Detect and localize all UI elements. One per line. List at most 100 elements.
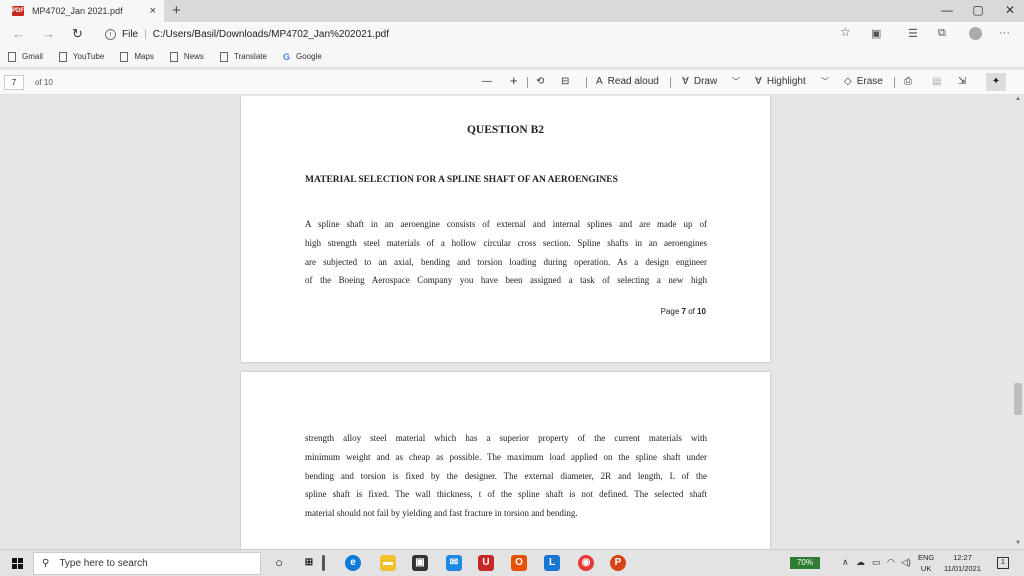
cortana-icon[interactable]: ○ bbox=[271, 555, 287, 571]
pin-toolbar-icon[interactable]: ✦ bbox=[986, 73, 1006, 91]
system-clock[interactable]: 12:27 11/01/2021 bbox=[944, 552, 981, 574]
close-window-button[interactable]: ✕ bbox=[1002, 3, 1018, 17]
pdf-viewer[interactable]: QUESTION B2 MATERIAL SELECTION FOR A SPL… bbox=[0, 96, 1024, 549]
taskbar-search-box[interactable]: ⚲ Type here to search bbox=[33, 552, 261, 575]
section-subtitle: MATERIAL SELECTION FOR A SPLINE SHAFT OF… bbox=[305, 175, 618, 185]
collections-icon[interactable]: ▣ bbox=[871, 27, 881, 40]
tab-strip: PDF MP4702_Jan 2021.pdf × + — ▢ ✕ bbox=[0, 0, 1024, 22]
pdf-toolbar: 7 of 10 — + ⟲ ⊟ A Read aloud ∀ Draw ﹀ ∀ Hig… bbox=[0, 70, 1024, 95]
fit-page-icon[interactable]: ⊟ bbox=[561, 76, 569, 87]
chevron-up-icon[interactable]: ∧ bbox=[842, 557, 849, 568]
page-footer: Page 7 of 10 bbox=[661, 307, 706, 316]
more-icon[interactable]: ··· bbox=[999, 27, 1010, 39]
browser-tab[interactable]: PDF MP4702_Jan 2021.pdf × bbox=[0, 0, 164, 22]
onedrive-icon[interactable]: ☁ bbox=[856, 557, 865, 568]
notification-icon[interactable]: 1 bbox=[997, 557, 1009, 569]
new-tab-button[interactable]: + bbox=[172, 2, 181, 19]
page-icon bbox=[169, 51, 178, 62]
save-as-icon[interactable]: ⇲ bbox=[958, 76, 966, 87]
profile-icon[interactable] bbox=[969, 27, 982, 40]
battery-icon[interactable]: ▭ bbox=[872, 557, 881, 568]
bookmark-translate[interactable]: Translate bbox=[219, 51, 267, 62]
page-icon bbox=[58, 51, 67, 62]
toolbar-divider bbox=[894, 77, 895, 88]
page-icon bbox=[8, 51, 16, 62]
refresh-icon[interactable]: ↻ bbox=[72, 26, 83, 42]
battery-indicator[interactable]: 70% bbox=[790, 557, 820, 569]
print-icon[interactable]: ⎙ bbox=[904, 76, 912, 87]
favorite-star-icon[interactable]: ☆ bbox=[840, 25, 851, 39]
store-icon[interactable]: ▣ bbox=[412, 555, 428, 571]
file-explorer-icon[interactable]: ▬ bbox=[380, 555, 396, 571]
erase-button[interactable]: ◇ Erase bbox=[844, 76, 883, 87]
scrollbar-thumb[interactable] bbox=[1014, 383, 1022, 415]
bookmark-youtube[interactable]: YouTube bbox=[58, 51, 105, 62]
page-footer-current: 7 bbox=[681, 307, 686, 316]
mail-icon[interactable]: ✉ bbox=[446, 555, 462, 571]
region-code: UK bbox=[920, 564, 932, 573]
back-icon[interactable]: ← bbox=[12, 26, 25, 41]
chrome-icon[interactable]: ◉ bbox=[578, 555, 594, 571]
forward-icon[interactable]: → bbox=[42, 26, 55, 41]
paragraph: strength alloy steel material which has … bbox=[305, 429, 707, 523]
zoom-out-button[interactable]: — bbox=[482, 76, 492, 87]
save-icon[interactable]: ▤ bbox=[932, 76, 941, 87]
paragraph: A spline shaft in an aeroengine consists… bbox=[305, 215, 707, 290]
question-title: QUESTION B2 bbox=[466, 124, 544, 136]
read-aloud-icon: A bbox=[596, 76, 603, 87]
windows-start-icon[interactable] bbox=[12, 558, 23, 569]
page-count: of 10 bbox=[35, 78, 53, 87]
scroll-down-icon[interactable]: ▼ bbox=[1015, 540, 1021, 546]
page-icon bbox=[120, 51, 129, 62]
powerpoint-icon[interactable]: P bbox=[610, 555, 626, 571]
draw-dropdown-chevron-down-icon[interactable]: ﹀ bbox=[732, 76, 740, 87]
maximize-button[interactable]: ▢ bbox=[970, 3, 986, 17]
highlight-dropdown-chevron-down-icon[interactable]: ﹀ bbox=[821, 76, 829, 87]
favorites-icon[interactable]: ☰ bbox=[908, 27, 918, 40]
page-icon bbox=[219, 51, 228, 62]
url-text: C:/Users/Basil/Downloads/MP4702_Jan%2020… bbox=[152, 28, 389, 40]
read-aloud-button[interactable]: A Read aloud bbox=[596, 76, 659, 87]
l-app-icon[interactable]: L bbox=[544, 555, 560, 571]
bookmark-maps[interactable]: Maps bbox=[120, 51, 154, 62]
text-line: minimum weight and as cheap as possible.… bbox=[305, 451, 707, 462]
clock-time: 12:27 bbox=[953, 553, 972, 562]
toolbar-divider bbox=[586, 77, 587, 88]
tab-close-button[interactable]: × bbox=[150, 5, 156, 17]
url-field[interactable]: i File | C:/Users/Basil/Downloads/MP4702… bbox=[99, 24, 861, 44]
clock-date: 11/01/2021 bbox=[944, 564, 981, 573]
info-icon[interactable]: i bbox=[105, 28, 116, 40]
tab-title: MP4702_Jan 2021.pdf bbox=[32, 6, 123, 16]
rotate-icon[interactable]: ⟲ bbox=[536, 76, 544, 87]
language-code: ENG bbox=[918, 553, 935, 562]
language-indicator[interactable]: ENG UK bbox=[918, 552, 934, 574]
extensions-icon[interactable]: ⧉ bbox=[938, 27, 946, 40]
text-line: A spline shaft in an aeroengine consists… bbox=[305, 219, 707, 229]
google-icon: G bbox=[282, 51, 290, 62]
volume-icon[interactable]: ◁) bbox=[901, 557, 911, 568]
eraser-icon: ◇ bbox=[844, 76, 852, 87]
draw-label: Draw bbox=[693, 76, 718, 87]
bookmark-label: YouTube bbox=[72, 52, 105, 61]
draw-button[interactable]: ∀ Draw bbox=[682, 76, 717, 87]
zoom-in-button[interactable]: + bbox=[510, 73, 518, 88]
scroll-up-icon[interactable]: ▲ bbox=[1015, 96, 1021, 102]
search-icon: ⚲ bbox=[42, 558, 50, 569]
bookmark-label: Translate bbox=[233, 52, 267, 61]
bookmark-label: Google bbox=[295, 52, 322, 61]
text-line: spline shaft is fixed. The wall thicknes… bbox=[305, 489, 707, 500]
office-icon[interactable]: O bbox=[511, 555, 527, 571]
pdf-file-icon: PDF bbox=[12, 6, 24, 16]
edge-browser-icon[interactable]: e bbox=[345, 555, 361, 571]
bookmark-news[interactable]: News bbox=[169, 51, 204, 62]
bookmark-google[interactable]: G Google bbox=[283, 52, 322, 62]
task-view-icon[interactable]: ⊞ bbox=[301, 555, 317, 571]
pdf-page-7: QUESTION B2 MATERIAL SELECTION FOR A SPL… bbox=[241, 96, 770, 362]
page-number-input[interactable]: 7 bbox=[4, 75, 24, 90]
bookmark-gmail[interactable]: Gmail bbox=[8, 51, 43, 62]
highlight-button[interactable]: ∀ Highlight bbox=[755, 76, 806, 87]
minimize-button[interactable]: — bbox=[939, 3, 955, 17]
wifi-icon[interactable]: ◠ bbox=[887, 557, 895, 568]
highlight-icon: ∀ bbox=[755, 76, 762, 87]
shield-icon[interactable]: U bbox=[478, 555, 494, 571]
